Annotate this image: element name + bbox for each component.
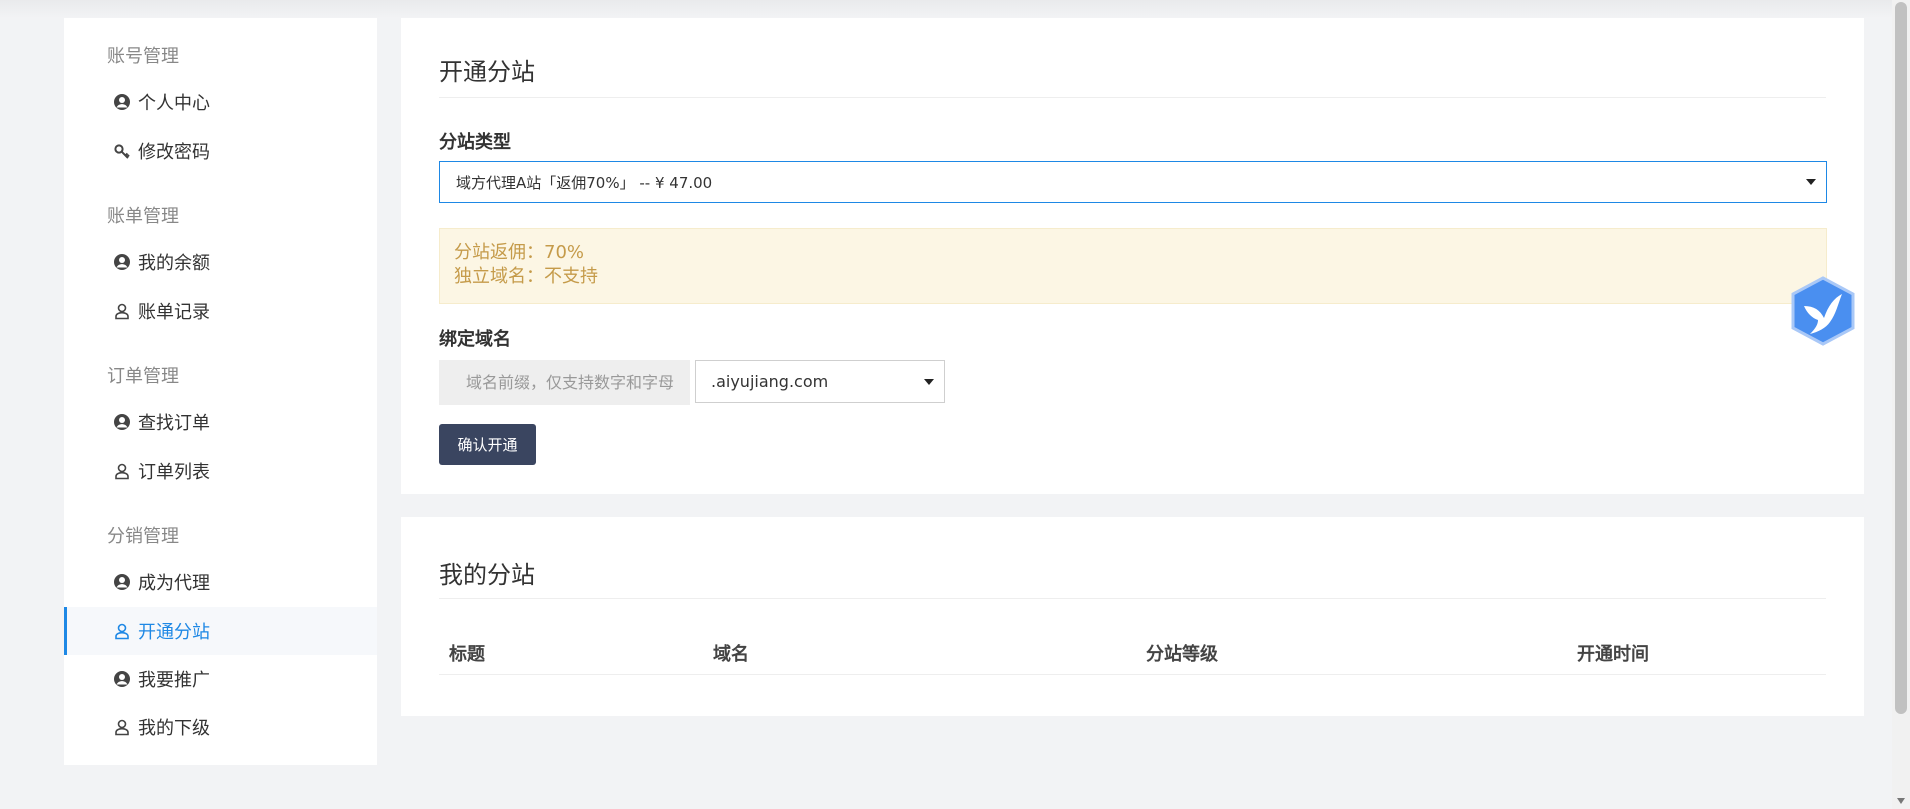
column-header-title: 标题 (449, 644, 485, 665)
sidebar-item-label: 我要推广 (138, 670, 210, 691)
sidebar-item-change-password[interactable]: 修改密码 (64, 127, 377, 175)
sidebar-item-label: 账单记录 (138, 302, 210, 323)
sidebar-item-subordinates[interactable]: 我的下级 (64, 703, 377, 751)
site-type-label: 分站类型 (439, 132, 511, 153)
page-scrollbar[interactable] (1892, 0, 1910, 809)
sidebar-item-billing-records[interactable]: 账单记录 (64, 287, 377, 335)
domain-suffix-value: .aiyujiang.com (711, 372, 829, 391)
group-title-distribution: 分销管理 (107, 526, 179, 547)
sidebar-item-balance[interactable]: 我的余额 (64, 238, 377, 286)
my-sites-card: 我的分站 标题 域名 分站等级 开通时间 (401, 517, 1864, 716)
sidebar-item-label: 成为代理 (138, 573, 210, 594)
column-header-domain: 域名 (713, 644, 749, 665)
user-outline-icon (112, 301, 132, 321)
sidebar-item-label: 开通分站 (138, 622, 210, 643)
title-divider (439, 97, 1826, 98)
user-circle-icon (112, 92, 132, 112)
confirm-open-button[interactable]: 确认开通 (439, 424, 536, 465)
domain-suffix-select[interactable]: .aiyujiang.com (695, 360, 945, 403)
notice-commission: 分站返佣：70% (454, 242, 585, 263)
sidebar-item-label: 我的下级 (138, 718, 210, 739)
sidebar: 账号管理 个人中心 修改密码 账单管理 我的余额 账单记录 订单管理 查找订单 (64, 18, 377, 765)
sidebar-item-promote[interactable]: 我要推广 (64, 655, 377, 703)
chevron-down-icon (924, 378, 934, 385)
user-circle-icon (112, 412, 132, 432)
site-info-notice: 分站返佣：70% 独立域名：不支持 (439, 228, 1827, 304)
sidebar-item-label: 订单列表 (138, 462, 210, 483)
user-outline-icon (112, 621, 132, 641)
title-divider (439, 598, 1826, 599)
scroll-down-icon[interactable] (1897, 798, 1905, 804)
group-title-billing: 账单管理 (107, 206, 179, 227)
my-sites-title: 我的分站 (439, 561, 535, 589)
key-icon (112, 141, 132, 161)
site-type-selected-value: 域方代理A站「返佣70%」 -- ¥ 47.00 (456, 173, 713, 192)
sidebar-item-label: 我的余额 (138, 253, 210, 274)
bind-domain-label: 绑定域名 (439, 329, 511, 350)
notice-domain: 独立域名：不支持 (454, 266, 598, 287)
user-circle-icon (112, 252, 132, 272)
user-circle-icon (112, 669, 132, 689)
sidebar-item-open-site[interactable]: 开通分站 (64, 607, 377, 655)
chevron-down-icon (1806, 179, 1816, 185)
group-title-orders: 订单管理 (107, 366, 179, 387)
domain-prefix-input[interactable] (439, 360, 690, 405)
group-title-account: 账号管理 (107, 46, 179, 67)
site-type-select[interactable]: 域方代理A站「返佣70%」 -- ¥ 47.00 (439, 161, 1827, 203)
column-header-open-time: 开通时间 (1577, 644, 1649, 665)
user-circle-icon (112, 572, 132, 592)
column-header-level: 分站等级 (1146, 644, 1218, 665)
sidebar-item-profile[interactable]: 个人中心 (64, 78, 377, 126)
sidebar-item-label: 查找订单 (138, 413, 210, 434)
table-header-divider (439, 674, 1826, 675)
sidebar-item-label: 修改密码 (138, 142, 210, 163)
sidebar-item-label: 个人中心 (138, 93, 210, 114)
page-title: 开通分站 (439, 58, 535, 86)
bird-float-icon[interactable] (1790, 276, 1856, 346)
scrollbar-thumb[interactable] (1895, 2, 1907, 714)
open-site-card: 开通分站 分站类型 域方代理A站「返佣70%」 -- ¥ 47.00 分站返佣：… (401, 18, 1864, 494)
top-shade (0, 0, 1892, 18)
user-outline-icon (112, 461, 132, 481)
sidebar-item-find-order[interactable]: 查找订单 (64, 398, 377, 446)
sidebar-item-become-agent[interactable]: 成为代理 (64, 558, 377, 606)
user-outline-icon (112, 717, 132, 737)
sidebar-item-order-list[interactable]: 订单列表 (64, 447, 377, 495)
